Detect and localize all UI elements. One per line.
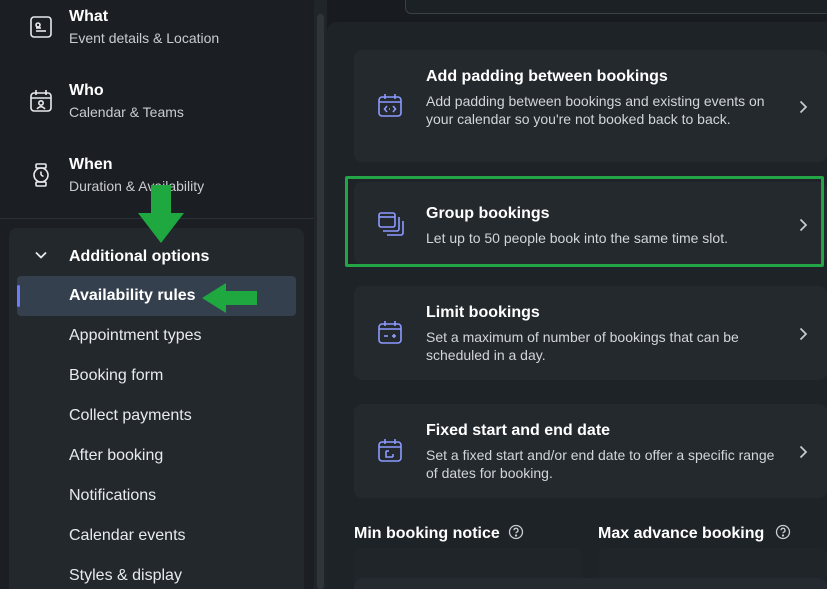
highlight-annotation <box>345 176 824 267</box>
active-indicator <box>17 285 20 307</box>
sidebar-item-notifications[interactable]: Notifications <box>17 476 296 516</box>
bottom-card <box>354 578 827 589</box>
limit-calendar-icon <box>378 321 402 344</box>
sidebar: What Event details & Location Who Calend… <box>0 0 314 589</box>
sidebar-item-label: Collect payments <box>69 407 192 424</box>
sidebar-item-after-booking[interactable]: After booking <box>17 436 296 476</box>
event-details-icon <box>30 16 52 38</box>
sidebar-item-label: Booking form <box>69 367 164 384</box>
chevron-right-icon <box>799 445 808 459</box>
sidebar-item-label: Availability rules <box>69 287 196 304</box>
chevron-right-icon <box>799 327 808 341</box>
sidebar-item-styles-display[interactable]: Styles & display <box>17 556 296 589</box>
card-limit-bookings[interactable]: Limit bookings Set a maximum of number o… <box>354 286 827 380</box>
card-title: Add padding between bookings <box>426 68 668 85</box>
sidebar-item-collect-payments[interactable]: Collect payments <box>17 396 296 436</box>
card-description: Set a fixed start and/or end date to off… <box>426 447 775 481</box>
max-advance-booking-label: Max advance booking <box>598 525 765 542</box>
nav-title-what: What <box>69 8 109 25</box>
card-add-padding[interactable]: Add padding between bookings Add padding… <box>354 50 827 162</box>
chevron-down-icon <box>35 251 47 259</box>
main-content: Add padding between bookings Add padding… <box>327 0 827 589</box>
card-title: Fixed start and end date <box>426 422 611 439</box>
sidebar-item-calendar-events[interactable]: Calendar events <box>17 516 296 556</box>
additional-options-title: Additional options <box>69 248 210 265</box>
card-description: Add padding between bookings and existin… <box>426 93 765 127</box>
sidebar-scrollbar[interactable] <box>314 0 327 589</box>
card-description: Set a maximum of number of bookings that… <box>426 329 739 363</box>
sidebar-item-label: Appointment types <box>69 327 202 344</box>
help-circle-icon[interactable] <box>775 524 791 540</box>
fixed-date-calendar-icon <box>378 439 402 462</box>
sidebar-item-appointment-types[interactable]: Appointment types <box>17 316 296 356</box>
calendar-person-icon <box>30 90 52 112</box>
nav-subtitle-who: Calendar & Teams <box>69 104 184 120</box>
sidebar-item-label: Calendar events <box>69 527 186 544</box>
chevron-right-icon <box>799 100 808 114</box>
left-arrow-annotation-icon <box>202 283 257 313</box>
nav-title-who: Who <box>69 82 104 99</box>
nav-item-who[interactable]: Who Calendar & Teams <box>0 74 314 134</box>
help-circle-icon[interactable] <box>508 524 524 540</box>
sidebar-scroll-thumb[interactable] <box>317 14 324 589</box>
sidebar-item-booking-form[interactable]: Booking form <box>17 356 296 396</box>
nav-item-what[interactable]: What Event details & Location <box>0 0 314 60</box>
card-fixed-date[interactable]: Fixed start and end date Set a fixed sta… <box>354 404 827 498</box>
sidebar-item-label: After booking <box>69 447 164 464</box>
padding-calendar-icon <box>378 94 402 117</box>
top-field[interactable] <box>405 0 827 14</box>
nav-subtitle-what: Event details & Location <box>69 30 220 46</box>
min-booking-notice-label: Min booking notice <box>354 525 500 542</box>
watch-icon <box>33 163 49 187</box>
down-arrow-annotation-icon <box>138 185 184 243</box>
sidebar-item-label: Styles & display <box>69 567 182 584</box>
card-title: Limit bookings <box>426 304 540 321</box>
sidebar-item-label: Notifications <box>69 487 157 504</box>
nav-title-when: When <box>69 156 113 173</box>
